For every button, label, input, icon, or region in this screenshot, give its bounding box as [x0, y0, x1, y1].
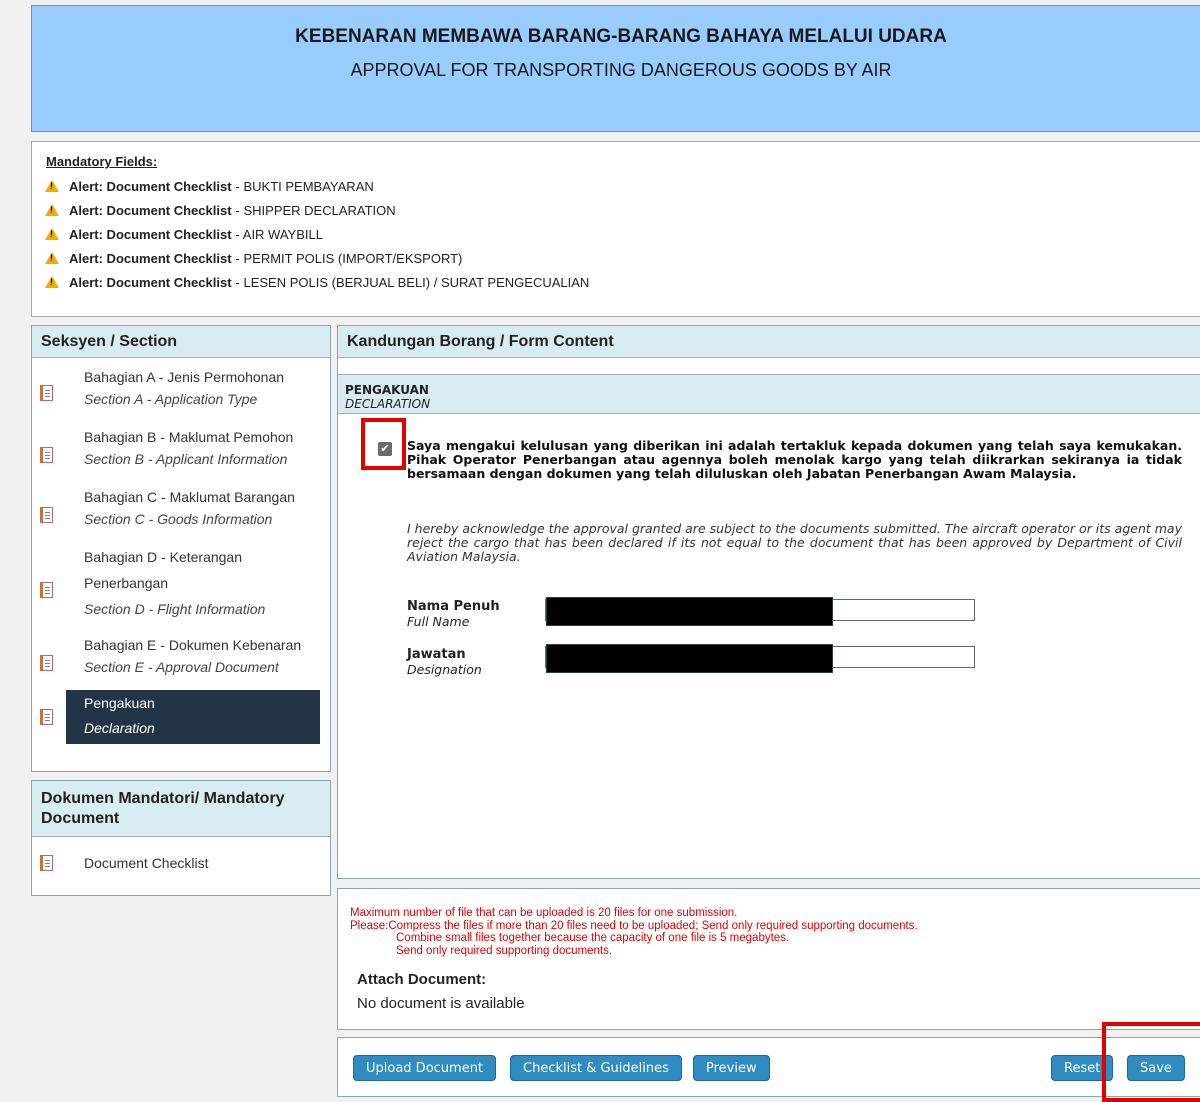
- action-button-bar: Upload Document Checklist & Guidelines P…: [337, 1037, 1200, 1097]
- declaration-text-ms: Saya mengakui kelulusan yang diberikan i…: [407, 438, 1182, 481]
- warning-icon: [45, 204, 59, 216]
- upload-note: Please:Compress the files if more than 2…: [350, 919, 918, 932]
- alert-item: Alert: Document Checklist - PERMIT POLIS…: [45, 246, 1200, 270]
- alert-text: - AIR WAYBILL: [235, 226, 323, 242]
- form-content-panel: Kandungan Borang / Form Content PENGAKUA…: [337, 325, 1200, 879]
- alert-text: - PERMIT POLIS (IMPORT/EKSPORT): [235, 250, 463, 266]
- mandatory-document-title-line2: Document: [41, 810, 120, 827]
- designation-label: Jawatan Designation: [407, 647, 482, 677]
- alert-prefix: Alert: Document Checklist: [69, 178, 232, 194]
- form-content-title: Kandungan Borang / Form Content: [338, 326, 1200, 358]
- redaction-mask: [546, 597, 833, 626]
- document-icon: [40, 855, 53, 871]
- mandatory-fields-panel: Mandatory Fields: Alert: Document Checkl…: [31, 141, 1200, 317]
- upload-instructions: Maximum number of file that can be uploa…: [350, 907, 918, 957]
- no-document-text: No document is available: [357, 995, 525, 1012]
- document-edit-icon: [40, 709, 53, 725]
- designation-label-en: Designation: [407, 662, 482, 677]
- attach-document-title: Attach Document:: [357, 971, 487, 988]
- section-label-ms-cont: Penerbangan: [84, 575, 169, 591]
- section-nav-title: Seksyen / Section: [32, 326, 330, 358]
- sidebar-item-section-a[interactable]: Bahagian A - Jenis Permohonan Section A …: [32, 364, 330, 424]
- alert-prefix: Alert: Document Checklist: [69, 226, 232, 242]
- highlight-box-save: [1102, 1022, 1200, 1102]
- alert-text: - SHIPPER DECLARATION: [235, 202, 396, 218]
- sidebar-item-section-b[interactable]: Bahagian B - Maklumat Pemohon Section B …: [32, 424, 330, 484]
- mandatory-document-title: Dokumen Mandatori/ Mandatory Document: [32, 781, 330, 837]
- sidebar-item-declaration[interactable]: Pengakuan Declaration: [40, 690, 320, 744]
- declaration-text-en: I hereby acknowledge the approval grante…: [407, 521, 1182, 564]
- attach-document-panel: Maximum number of file that can be uploa…: [337, 888, 1200, 1030]
- alert-item: Alert: Document Checklist - AIR WAYBILL: [45, 222, 1200, 246]
- full-name-label-en: Full Name: [407, 614, 470, 629]
- alert-item: Alert: Document Checklist - LESEN POLIS …: [45, 270, 1200, 294]
- sidebar-item-document-checklist[interactable]: Document Checklist: [32, 854, 330, 878]
- declaration-title-ms: PENGAKUAN: [345, 383, 429, 397]
- redaction-mask: [546, 644, 833, 673]
- sidebar-item-section-c[interactable]: Bahagian C - Maklumat Barangan Section C…: [32, 484, 330, 544]
- document-icon: [40, 655, 53, 671]
- document-icon: [40, 507, 53, 523]
- declaration-title-en: DECLARATION: [345, 397, 431, 411]
- upload-note: Maximum number of file that can be uploa…: [350, 907, 738, 919]
- page-header: KEBENARAN MEMBAWA BARANG-BARANG BAHAYA M…: [31, 5, 1200, 132]
- alert-prefix: Alert: Document Checklist: [69, 250, 232, 266]
- alert-text: - LESEN POLIS (BERJUAL BELI) / SURAT PEN…: [235, 274, 590, 290]
- section-label-en: Section B - Applicant Information: [84, 451, 288, 467]
- section-label-en: Section D - Flight Information: [84, 601, 266, 617]
- designation-label-ms: Jawatan: [407, 647, 466, 662]
- preview-button[interactable]: Preview: [693, 1055, 770, 1081]
- document-icon: [40, 447, 53, 463]
- alert-text: - BUKTI PEMBAYARAN: [235, 178, 374, 194]
- alert-prefix: Alert: Document Checklist: [69, 202, 232, 218]
- section-label-en: Section A - Application Type: [84, 391, 258, 407]
- warning-icon: [45, 276, 59, 288]
- full-name-label-ms: Nama Penuh: [407, 599, 500, 614]
- upload-note: Combine small files together because the…: [396, 932, 790, 944]
- document-icon: [40, 385, 53, 401]
- page-title-en: APPROVAL FOR TRANSPORTING DANGEROUS GOOD…: [350, 60, 892, 80]
- document-icon: [40, 582, 53, 598]
- section-label-ms: Pengakuan: [84, 695, 155, 711]
- warning-icon: [45, 252, 59, 264]
- section-nav-panel: Seksyen / Section Bahagian A - Jenis Per…: [31, 325, 331, 772]
- mandatory-document-panel: Dokumen Mandatori/ Mandatory Document Do…: [31, 780, 331, 896]
- section-label-en: Declaration: [84, 720, 155, 736]
- highlight-box-checkbox: [361, 418, 406, 470]
- designation-field[interactable]: [545, 644, 975, 673]
- upload-note: Send only required supporting documents.: [396, 944, 613, 957]
- sidebar-item-section-e[interactable]: Bahagian E - Dokumen Kebenaran Section E…: [32, 632, 330, 690]
- alert-prefix: Alert: Document Checklist: [69, 274, 232, 290]
- mandatory-document-title-line1: Dokumen Mandatori/ Mandatory: [41, 790, 285, 807]
- warning-icon: [45, 228, 59, 240]
- document-checklist-label: Document Checklist: [84, 855, 209, 871]
- full-name-label: Nama Penuh Full Name: [407, 599, 500, 629]
- alert-item: Alert: Document Checklist - SHIPPER DECL…: [45, 198, 1200, 222]
- checklist-guidelines-button[interactable]: Checklist & Guidelines: [510, 1055, 682, 1081]
- alert-item: Alert: Document Checklist - BUKTI PEMBAY…: [45, 174, 1200, 198]
- sidebar-item-section-d[interactable]: Bahagian D - Keterangan Penerbangan Sect…: [32, 544, 330, 632]
- declaration-section-header: PENGAKUAN DECLARATION: [338, 374, 1200, 414]
- page-title-ms: KEBENARAN MEMBAWA BARANG-BARANG BAHAYA M…: [295, 26, 947, 47]
- warning-icon: [45, 180, 59, 192]
- upload-document-button[interactable]: Upload Document: [353, 1055, 497, 1081]
- full-name-field[interactable]: [545, 597, 975, 626]
- section-label-ms: Bahagian D - Keterangan: [84, 549, 242, 565]
- mandatory-fields-title: Mandatory Fields:: [46, 154, 158, 169]
